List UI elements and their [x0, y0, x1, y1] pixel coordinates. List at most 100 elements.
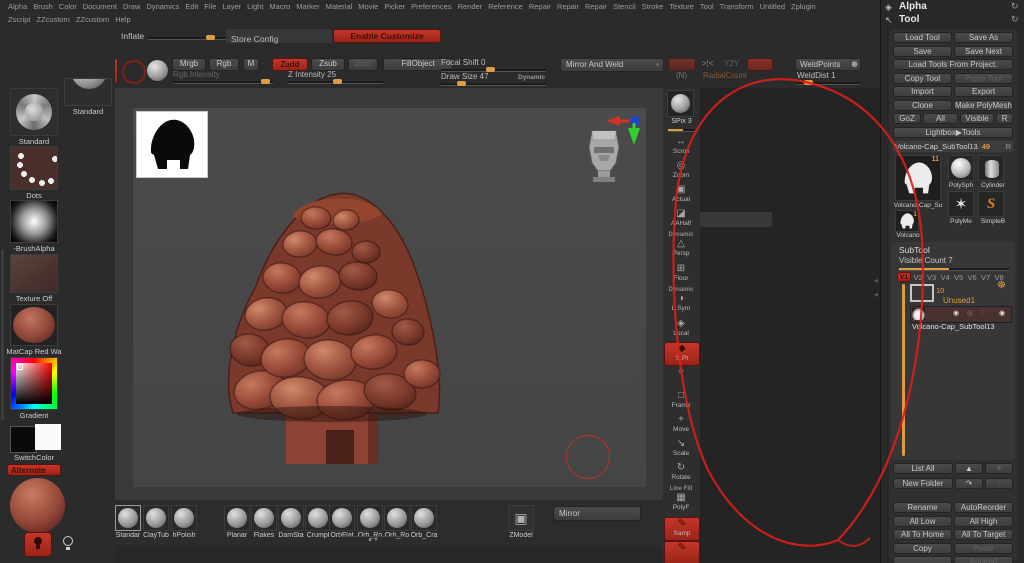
subtool-list-item[interactable]: ↓ [985, 478, 1013, 489]
bottom-brush-standar[interactable] [115, 505, 141, 531]
tool-btn-goz[interactable]: GoZ [893, 113, 921, 124]
brush-standard[interactable] [10, 88, 58, 136]
menu-preferences[interactable]: Preferences [411, 2, 451, 13]
y2y-button[interactable]: Y2Y [724, 59, 739, 68]
brush-switchcolor[interactable] [10, 424, 58, 452]
tool-palette-header[interactable]: Tool [899, 14, 919, 25]
tool-btn-clone[interactable]: Clone [893, 100, 952, 111]
menu-draw[interactable]: Draw [123, 2, 141, 13]
subtool-tab-v1[interactable]: V1 [897, 272, 911, 282]
bottom-brush-damsta[interactable] [278, 505, 304, 531]
menu-render[interactable]: Render [458, 2, 483, 13]
mirror-weld-apply-button[interactable] [747, 58, 773, 71]
subtool-tab-v5[interactable]: V5 [954, 273, 963, 282]
menu-brush[interactable]: Brush [33, 2, 53, 13]
lasso-icon[interactable] [122, 60, 146, 84]
menu-stencil[interactable]: Stencil [613, 2, 636, 13]
rotate-button[interactable]: ↻Rotate [664, 462, 698, 484]
menu-document[interactable]: Document [83, 2, 117, 13]
mini-tray-bar[interactable] [700, 212, 772, 227]
current-material-sphere[interactable] [10, 478, 65, 533]
menu-light[interactable]: Light [247, 2, 263, 13]
tray-collapse-handle[interactable]: ◂◂ [872, 274, 880, 304]
subtool-gear-icon[interactable]: ☸ [997, 280, 1006, 291]
menu-movie[interactable]: Movie [358, 2, 378, 13]
menu-picker[interactable]: Picker [384, 2, 405, 13]
zmodeler-thumb[interactable]: ▣ [508, 505, 534, 531]
subtool-list-list-all[interactable]: List All [893, 463, 953, 474]
menu-repair[interactable]: Repair [557, 2, 579, 13]
lightbulb-on-button[interactable] [24, 532, 52, 557]
menu-material[interactable]: Material [326, 2, 353, 13]
bottom-brush-hpolish[interactable] [171, 505, 197, 531]
canvas-area[interactable] [115, 88, 663, 500]
tool-btn-save[interactable]: Save [893, 46, 952, 57]
current-tool-bar[interactable]: Volcano-Cap_SubTool13. 49 R [893, 141, 1013, 152]
tool-thumb-polymesh-star[interactable]: ✶ [948, 191, 974, 217]
tool-btn-all[interactable]: All [923, 113, 958, 124]
tool-btn-import[interactable]: Import [893, 86, 952, 97]
subtool-tab-v3[interactable]: V3 [927, 273, 936, 282]
samp-button[interactable]: ✎Samp [664, 517, 700, 541]
tool-btn-visible[interactable]: Visible [960, 113, 995, 124]
z-intensity-slider[interactable] [288, 81, 383, 84]
brush-toggle-icon[interactable]: ◎ [967, 309, 973, 317]
sculpt-model[interactable] [208, 168, 463, 478]
menu-zzcustom[interactable]: ZZcustom [37, 15, 70, 26]
tool-btn-lightbox-tools[interactable]: Lightbox▶Tools [893, 127, 1013, 138]
menu-dynamics[interactable]: Dynamics [146, 2, 179, 13]
polyf-button[interactable]: Line Fill▦PolyF [664, 486, 698, 515]
subtool-action-append[interactable]: Append [954, 556, 1013, 563]
alpha-preview[interactable] [136, 111, 208, 178]
visibility-icon[interactable]: ◉ [999, 309, 1005, 317]
draw-size-slider[interactable] [441, 83, 546, 86]
tool-thumb-polysphere[interactable] [948, 155, 974, 181]
eye-icon[interactable]: ◉ [953, 309, 959, 317]
weld-points-gear-icon[interactable]: ☸ [851, 59, 858, 70]
alpha-refresh-icon[interactable]: ↻ [1011, 1, 1019, 12]
tool-btn-make-polymesh3d[interactable]: Make PolyMesh3D [954, 100, 1013, 111]
aahalf-button[interactable]: ◪AAHalf [664, 208, 698, 230]
enable-customize-button[interactable]: Enable Customize [333, 29, 441, 43]
tool-btn-save-next[interactable]: Save Next [954, 46, 1013, 57]
s-pt-button[interactable]: ◆S.Pt [664, 342, 700, 366]
menu-repair[interactable]: Repair [585, 2, 607, 13]
tool-refresh-icon[interactable]: ↻ [1011, 14, 1019, 25]
menu-edit[interactable]: Edit [185, 2, 198, 13]
subtool-tab-v4[interactable]: V4 [941, 273, 950, 282]
weld-dist-slider[interactable] [797, 82, 859, 85]
menu-alpha[interactable]: Alpha [8, 2, 27, 13]
dynamic-label[interactable]: Dynamic [518, 74, 545, 81]
alternate-button[interactable]: Alternate [7, 464, 61, 476]
persp-button[interactable]: Dynamic△Persp [664, 232, 698, 261]
scroll-button[interactable]: ↔Scroll [664, 136, 698, 158]
move-toggle-icon[interactable]: ○ [981, 309, 985, 316]
material-ball-icon[interactable] [147, 60, 168, 81]
subtool-action-autoreorder[interactable]: AutoReorder [954, 502, 1013, 513]
switch-white-swatch[interactable] [35, 424, 61, 450]
menu-reference[interactable]: Reference [488, 2, 523, 13]
spix-thumb[interactable] [667, 90, 694, 117]
mirror-x-button[interactable] [668, 58, 696, 71]
brush-brushalpha[interactable] [10, 200, 58, 243]
menu-texture[interactable]: Texture [669, 2, 694, 13]
menu-marker[interactable]: Marker [296, 2, 319, 13]
visible-count-slider[interactable] [899, 268, 1009, 271]
tool-btn-r[interactable]: R [996, 113, 1013, 124]
menu-repair[interactable]: Repair [529, 2, 551, 13]
tool-btn-load-tool[interactable]: Load Tool [893, 32, 952, 43]
rgb-intensity-slider[interactable] [173, 81, 273, 84]
subtool-action-all-to-target[interactable]: All To Target [954, 529, 1013, 540]
subtool-list-item[interactable]: ▼ [985, 463, 1013, 474]
store-config-button[interactable]: Store Config [226, 29, 332, 43]
weld-points-button[interactable]: WeldPoints ☸ [795, 58, 861, 71]
brush-matcap-red-wa[interactable] [10, 304, 58, 346]
lightbulb-off-button[interactable] [60, 536, 76, 554]
menu-file[interactable]: File [204, 2, 216, 13]
alpha-palette-header[interactable]: Alpha [899, 1, 927, 12]
spix-slider[interactable] [668, 129, 694, 132]
subtool-action-blank[interactable] [893, 556, 952, 563]
menu-zzcustom[interactable]: ZZcustom [76, 15, 109, 26]
subtool-tab-v6[interactable]: V6 [968, 273, 977, 282]
brush-standard-top[interactable] [64, 78, 112, 106]
